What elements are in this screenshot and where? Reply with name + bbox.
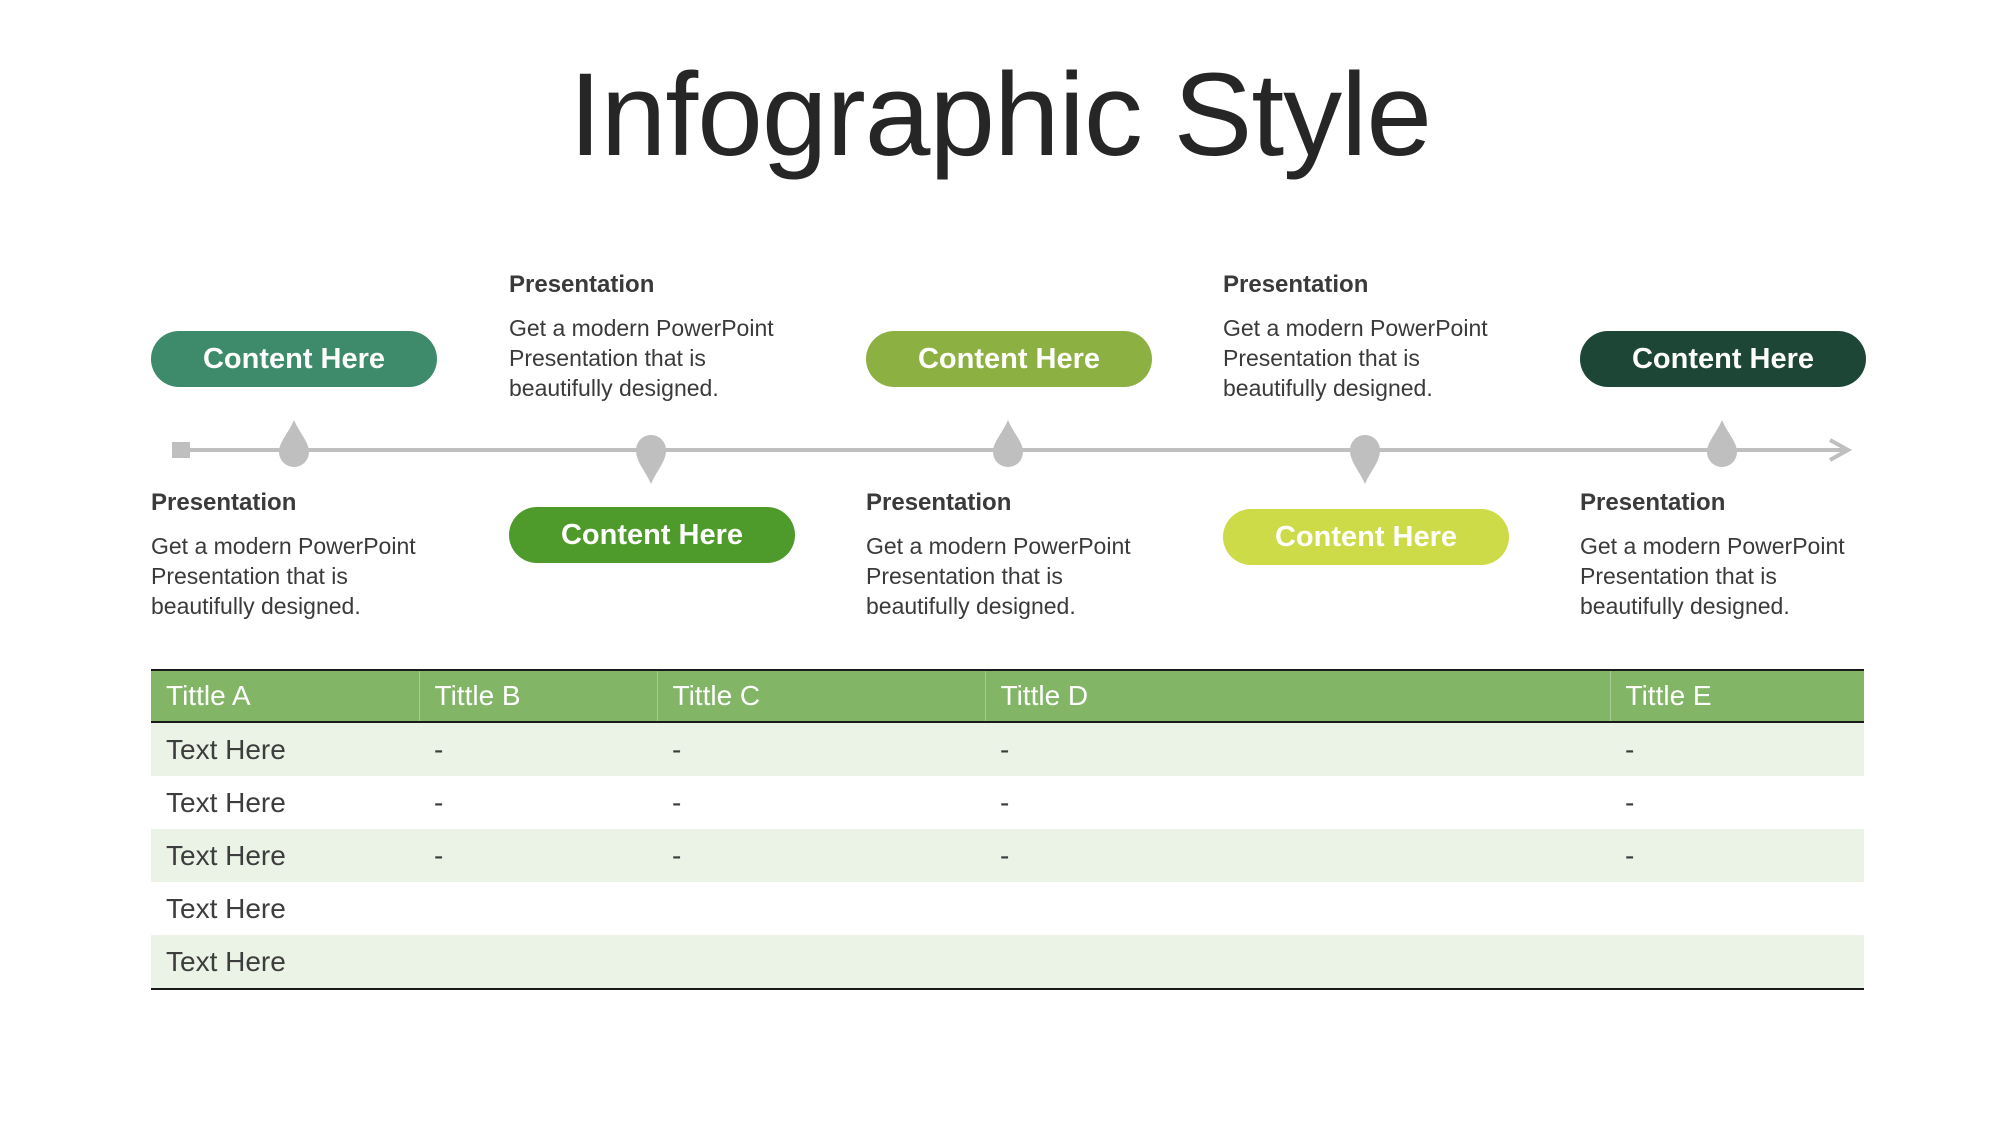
- step-1-text: Presentation Get a modern PowerPoint Pre…: [151, 488, 471, 621]
- table-cell: -: [434, 786, 444, 818]
- column-header: Tittle B: [418, 669, 657, 723]
- marker-up-icon: [279, 420, 309, 467]
- table-cell: Text Here: [151, 722, 419, 776]
- step-4-body-line: beautifully designed.: [1223, 375, 1433, 401]
- table-cell: -: [1610, 722, 1864, 776]
- slide-title: Infographic Style: [569, 49, 1432, 181]
- step-2-pill: Content Here: [509, 507, 795, 563]
- step-1-body-line: beautifully designed.: [151, 593, 361, 619]
- table-cell: Text Here: [151, 935, 419, 990]
- marker-up-icon: [1707, 420, 1737, 467]
- step-3-body: Get a modern PowerPoint Presentation tha…: [866, 531, 1186, 621]
- table-cell: [985, 935, 1610, 990]
- step-4-body-line: Get a modern PowerPoint: [1223, 315, 1488, 341]
- table-cell: Text Here: [166, 892, 286, 924]
- table-row: Text Here - - - -: [151, 776, 1864, 829]
- step-4-text: Presentation Get a modern PowerPoint Pre…: [1223, 270, 1543, 403]
- step-1-body: Get a modern PowerPoint Presentation tha…: [151, 531, 471, 621]
- table-row: Text Here - - - -: [151, 722, 1864, 776]
- column-header: Tittle A: [151, 669, 419, 723]
- table-cell: [985, 882, 1610, 935]
- step-1-body-line: Get a modern PowerPoint: [151, 533, 416, 559]
- step-2-body-line: beautifully designed.: [509, 375, 719, 401]
- step-4-heading: Presentation: [1223, 271, 1369, 298]
- step-5-text: Presentation Get a modern PowerPoint Pre…: [1580, 488, 1900, 621]
- step-4-pill: Content Here: [1223, 509, 1509, 565]
- table-cell: [1610, 882, 1864, 935]
- table-row: Text Here: [151, 935, 1864, 990]
- step-3-body-line: beautifully designed.: [866, 593, 1076, 619]
- table-cell: [657, 882, 985, 935]
- table-cell: -: [1625, 786, 1635, 818]
- step-1-body-line: Presentation that is: [151, 563, 348, 589]
- table-cell: [419, 935, 657, 990]
- marker-down-icon: [1350, 435, 1380, 484]
- step-3-body-line: Presentation that is: [866, 563, 1063, 589]
- step-2-body: Get a modern PowerPoint Presentation tha…: [509, 313, 829, 403]
- column-header: Tittle D: [984, 669, 1610, 723]
- table-cell: -: [985, 829, 1610, 882]
- step-5-body-line: Get a modern PowerPoint: [1580, 533, 1845, 559]
- table-cell: -: [657, 722, 985, 776]
- column-header: Tittle C: [656, 669, 985, 723]
- table-cell: -: [1610, 829, 1864, 882]
- column-header: Tittle E: [1609, 669, 1864, 723]
- step-4-body: Get a modern PowerPoint Presentation tha…: [1223, 313, 1543, 403]
- step-5-body-line: Presentation that is: [1580, 563, 1777, 589]
- step-2-body-line: Presentation that is: [509, 345, 706, 371]
- table-cell: -: [419, 829, 657, 882]
- table-header-row: Tittle A Tittle B Tittle C Tittle D Titt…: [151, 669, 1864, 723]
- step-5-pill: Content Here: [1580, 331, 1866, 387]
- table-cell: [657, 935, 985, 990]
- table-row: Text Here: [151, 882, 1864, 935]
- table-cell: -: [672, 786, 682, 818]
- step-5-body-line: beautifully designed.: [1580, 593, 1790, 619]
- marker-down-icon: [636, 435, 666, 484]
- table-cell: -: [985, 722, 1610, 776]
- step-3-pill: Content Here: [866, 331, 1152, 387]
- step-3-text: Presentation Get a modern PowerPoint Pre…: [866, 488, 1186, 621]
- table-row: Text Here - - - -: [151, 829, 1864, 882]
- step-1-pill: Content Here: [151, 331, 437, 387]
- table-cell: [1610, 935, 1864, 990]
- step-3-body-line: Get a modern PowerPoint: [866, 533, 1131, 559]
- marker-up-icon: [993, 420, 1023, 467]
- step-5-body: Get a modern PowerPoint Presentation tha…: [1580, 531, 1900, 621]
- table-cell: -: [1000, 786, 1010, 818]
- step-2-body-line: Get a modern PowerPoint: [509, 315, 774, 341]
- table-cell: Text Here: [166, 786, 286, 818]
- step-2-heading: Presentation: [509, 271, 655, 298]
- data-table: Tittle A Tittle B Tittle C Tittle D Titt…: [151, 669, 1864, 990]
- timeline-start-square-icon: [172, 442, 190, 458]
- table-cell: Text Here: [151, 829, 419, 882]
- step-4-body-line: Presentation that is: [1223, 345, 1420, 371]
- table-cell: -: [419, 722, 657, 776]
- table-cell: [419, 882, 657, 935]
- step-2-text: Presentation Get a modern PowerPoint Pre…: [509, 270, 829, 403]
- table-cell: -: [657, 829, 985, 882]
- timeline-line: [172, 420, 1853, 484]
